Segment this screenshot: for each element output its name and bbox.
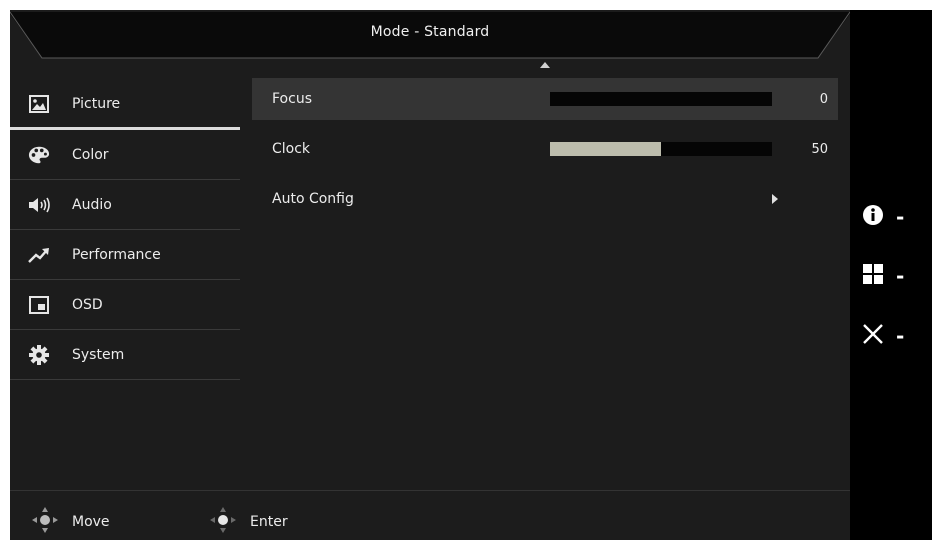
- setting-row-auto-config[interactable]: Auto Config: [252, 178, 838, 220]
- sidebar-item-picture[interactable]: Picture: [10, 80, 240, 130]
- hotkey-panel: - - -: [850, 10, 932, 540]
- footer-divider: [10, 490, 850, 491]
- focus-slider[interactable]: [550, 92, 772, 106]
- osd-window-icon: [28, 294, 50, 316]
- gear-icon: [28, 344, 50, 366]
- move-label: Move: [72, 514, 110, 530]
- hotkey-close[interactable]: -: [862, 323, 904, 349]
- hotkey-dash: -: [896, 205, 905, 229]
- sidebar-item-system[interactable]: System: [10, 330, 240, 380]
- sidebar-item-color[interactable]: Color: [10, 130, 240, 180]
- settings-panel: Focus 0 Clock 50 Auto Config: [252, 78, 838, 228]
- close-icon: [862, 323, 884, 349]
- sidebar-item-label: Audio: [72, 196, 112, 213]
- submenu-arrow-icon: [772, 194, 778, 204]
- sidebar-item-audio[interactable]: Audio: [10, 180, 240, 230]
- clock-slider-fill: [550, 142, 661, 156]
- hotkey-dash: -: [896, 264, 905, 288]
- palette-icon: [28, 144, 50, 166]
- sidebar-item-performance[interactable]: Performance: [10, 230, 240, 280]
- setting-value: 50: [811, 141, 828, 157]
- menu-header: Mode - Standard: [10, 10, 850, 66]
- hotkey-menu[interactable]: -: [862, 263, 904, 289]
- menu-grid-icon: [862, 263, 884, 289]
- hotkey-info[interactable]: -: [862, 204, 904, 230]
- trend-icon: [28, 244, 50, 266]
- dpad-enter-icon: [208, 505, 238, 539]
- category-sidebar: Picture Color Audio Performance OSD Syst…: [10, 80, 240, 380]
- speaker-icon: [28, 194, 50, 216]
- setting-row-focus[interactable]: Focus 0: [252, 78, 838, 120]
- picture-icon: [28, 93, 50, 115]
- mode-title: Mode - Standard: [370, 24, 490, 40]
- footer-enter-hint: Enter: [208, 505, 288, 539]
- hotkey-dash: -: [896, 324, 905, 348]
- enter-label: Enter: [250, 514, 288, 530]
- sidebar-item-label: System: [72, 346, 125, 363]
- setting-value: 0: [819, 91, 828, 107]
- info-icon: [862, 204, 884, 230]
- sidebar-item-label: Color: [72, 146, 109, 163]
- setting-row-clock[interactable]: Clock 50: [252, 128, 838, 170]
- scroll-up-arrow-icon[interactable]: [540, 62, 550, 68]
- setting-label: Focus: [272, 91, 312, 107]
- sidebar-item-osd[interactable]: OSD: [10, 280, 240, 330]
- osd-menu: Mode - Standard Picture Color Audio Perf…: [10, 10, 850, 540]
- sidebar-item-label: Picture: [72, 95, 121, 112]
- menu-footer: Move Enter: [10, 500, 850, 540]
- setting-label: Auto Config: [272, 191, 354, 207]
- dpad-move-icon: [30, 505, 60, 539]
- setting-label: Clock: [272, 141, 311, 157]
- clock-slider[interactable]: [550, 142, 772, 156]
- sidebar-item-label: OSD: [72, 296, 103, 313]
- footer-move-hint: Move: [30, 505, 110, 539]
- sidebar-item-label: Performance: [72, 246, 161, 263]
